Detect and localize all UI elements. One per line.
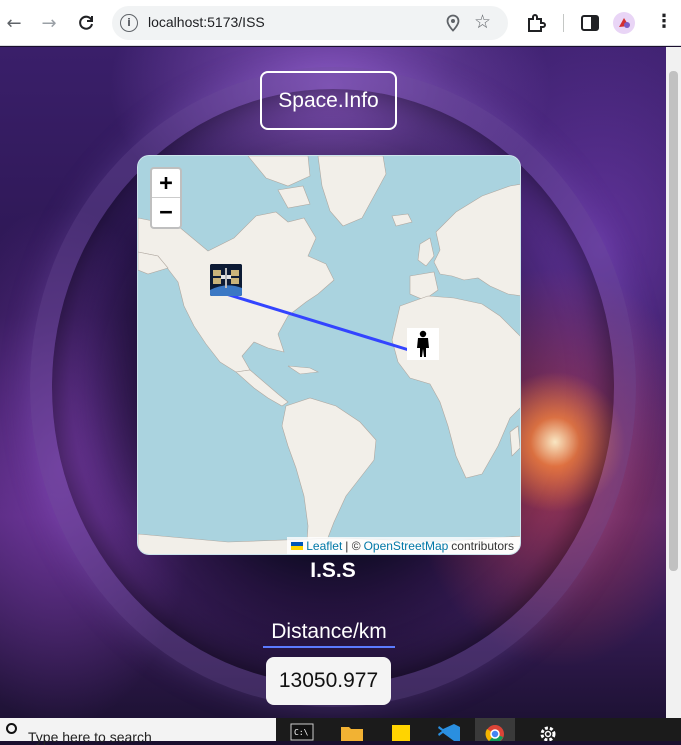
- settings-gear-icon[interactable]: [536, 723, 560, 741]
- site-title-button[interactable]: Space.Info: [260, 71, 397, 130]
- location-pin-icon[interactable]: [444, 14, 462, 32]
- terminal-icon[interactable]: C:\: [290, 723, 314, 741]
- file-explorer-icon[interactable]: [340, 723, 364, 741]
- bookmark-star-icon[interactable]: ☆: [474, 11, 491, 33]
- taskbar-search[interactable]: Type here to search: [0, 718, 276, 745]
- distance-label: Distance/km: [263, 620, 395, 648]
- forward-arrow-icon[interactable]: →: [37, 11, 61, 35]
- chrome-taskbar-button[interactable]: [475, 718, 515, 741]
- profile-icon[interactable]: [613, 12, 635, 34]
- browser-toolbar: ← → i localhost:5173/ISS ☆ ⋮: [0, 0, 681, 46]
- chrome-icon: [485, 725, 504, 741]
- vscode-icon[interactable]: [437, 723, 461, 741]
- iss-satellite-icon[interactable]: [210, 264, 242, 296]
- attribution-separator: | ©: [345, 539, 361, 553]
- page-background: Space.Info + − Leaflet | © OpenStreetMap…: [0, 47, 666, 718]
- distance-value: 13050.977: [266, 657, 391, 705]
- page-scrollbar[interactable]: [666, 47, 681, 718]
- attribution-suffix: contributors: [451, 539, 514, 553]
- menu-kebab-icon[interactable]: ⋮: [652, 11, 676, 35]
- zoom-out-button[interactable]: −: [152, 198, 180, 227]
- back-arrow-icon[interactable]: ←: [2, 11, 26, 35]
- openstreetmap-link[interactable]: OpenStreetMap: [364, 539, 449, 553]
- leaflet-link[interactable]: Leaflet: [306, 539, 342, 553]
- satellite-label: I.S.S: [310, 559, 356, 582]
- reload-icon[interactable]: [74, 11, 98, 35]
- side-panel-icon[interactable]: [578, 11, 602, 35]
- toolbar-divider: [563, 14, 564, 32]
- iss-map[interactable]: + − Leaflet | © OpenStreetMap contributo…: [137, 155, 521, 555]
- map-attribution: Leaflet | © OpenStreetMap contributors: [287, 537, 520, 554]
- extensions-icon[interactable]: [524, 11, 548, 35]
- zoom-in-button[interactable]: +: [152, 169, 180, 198]
- svg-text:C:\: C:\: [294, 728, 309, 737]
- person-location-icon[interactable]: [407, 328, 439, 360]
- url-text[interactable]: localhost:5173/ISS: [148, 14, 265, 30]
- search-icon: [6, 723, 17, 734]
- ukraine-flag-icon: [291, 542, 304, 550]
- address-bar[interactable]: i localhost:5173/ISS ☆: [112, 6, 508, 40]
- zoom-control: + −: [150, 167, 182, 229]
- windows-taskbar: Type here to search C:\: [0, 718, 681, 745]
- map-tiles: [138, 156, 520, 554]
- site-info-icon[interactable]: i: [120, 14, 138, 32]
- sticky-notes-icon[interactable]: [390, 723, 414, 741]
- search-placeholder: Type here to search: [28, 729, 152, 745]
- scrollbar-thumb[interactable]: [669, 71, 678, 571]
